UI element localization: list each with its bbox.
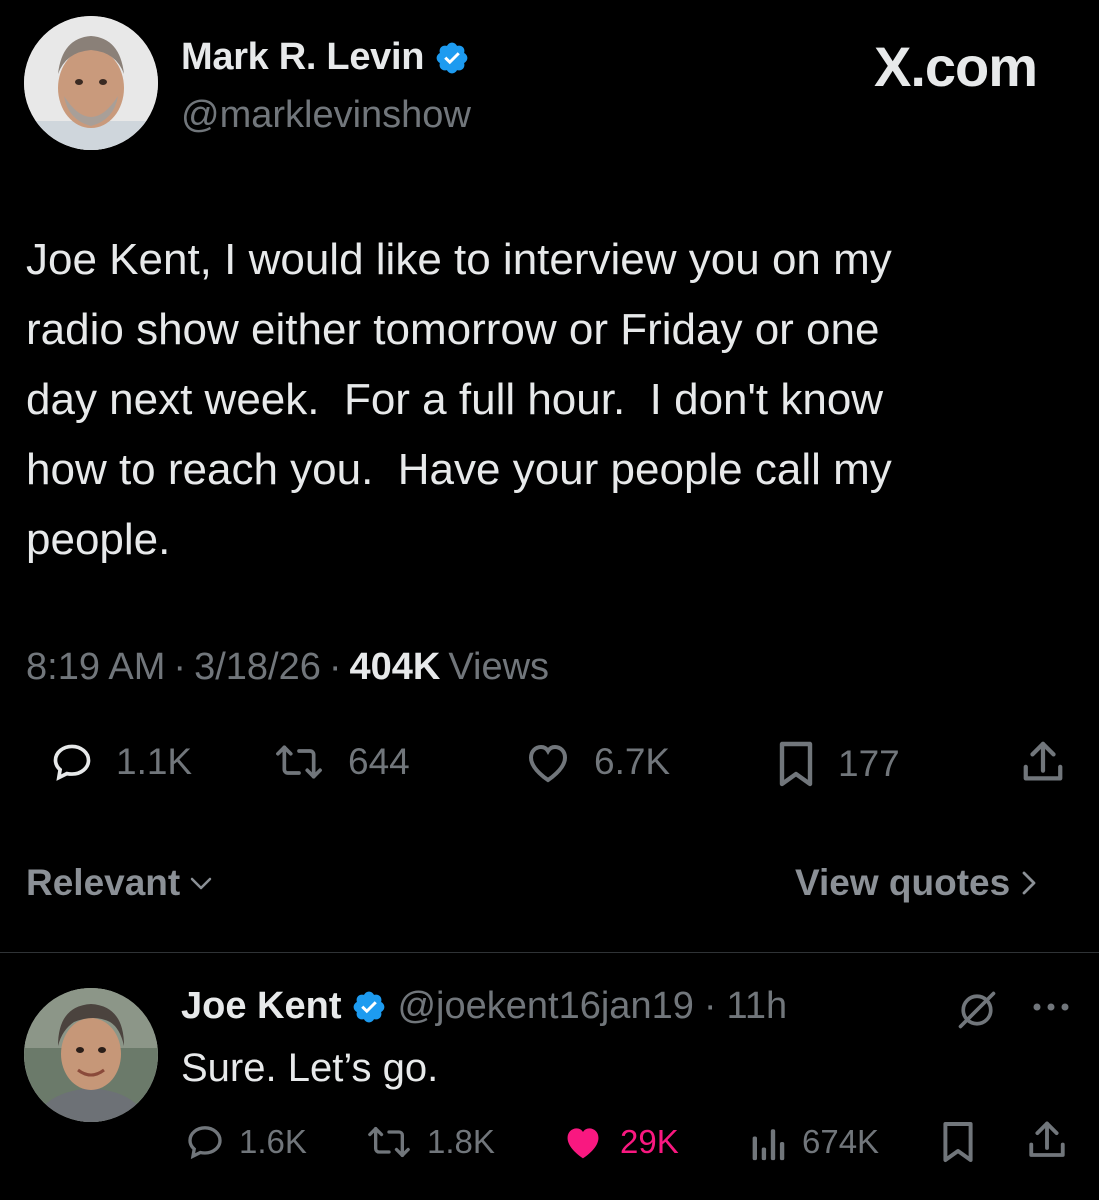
author-name-row: Mark R. Levin <box>181 36 470 79</box>
more-icon[interactable] <box>1030 1000 1072 1019</box>
repost-count: 644 <box>348 741 410 782</box>
views-icon <box>752 1129 785 1161</box>
tweet-meta: 8:19 AM · 3/18/26 · 404K Views <box>26 646 549 689</box>
reply-icon <box>53 744 91 781</box>
tweet-text: Joe Kent, I would like to interview you … <box>26 235 892 564</box>
reply-bookmark-button[interactable] <box>940 1120 976 1164</box>
reply-repost-button[interactable]: 1.8K <box>365 1122 495 1162</box>
reply-share-button[interactable] <box>1026 1118 1068 1164</box>
sort-label: Relevant <box>26 862 181 903</box>
repost-icon <box>368 1127 410 1157</box>
reply-author-avatar[interactable] <box>24 988 158 1122</box>
reply-author-handle[interactable]: @joekent16jan19 <box>397 985 693 1028</box>
reply-reply-button[interactable]: 1.6K <box>185 1122 307 1162</box>
tweet-date[interactable]: 3/18/26 <box>194 646 321 689</box>
reply-views-button[interactable]: 674K <box>750 1122 879 1162</box>
reply-views-count: 674K <box>802 1123 880 1160</box>
repost-icon <box>276 745 322 779</box>
meta-separator: · <box>173 646 187 688</box>
reply-header: Joe Kent @joekent16jan19 · 11h <box>181 985 787 1028</box>
brand-watermark: X.com <box>874 35 1038 98</box>
reply-button[interactable]: 1.1K <box>50 740 192 784</box>
bookmark-icon <box>943 1122 973 1162</box>
meta-separator: · <box>328 646 342 688</box>
bookmark-count: 177 <box>838 743 900 784</box>
grok-icon[interactable] <box>955 988 999 1037</box>
tweet-time[interactable]: 8:19 AM <box>26 646 165 689</box>
reply-like-button[interactable]: 29K <box>560 1122 679 1162</box>
section-divider <box>0 952 1099 953</box>
author-name[interactable]: Mark R. Levin <box>181 36 424 79</box>
reply-count: 1.1K <box>116 741 193 782</box>
share-icon <box>1023 741 1063 781</box>
reply-icon <box>188 1126 222 1160</box>
author-avatar[interactable] <box>24 16 158 150</box>
like-button[interactable]: 6.7K <box>524 740 670 784</box>
reply-repost-count: 1.8K <box>427 1123 495 1160</box>
repost-button[interactable]: 644 <box>272 740 410 784</box>
view-quotes-link[interactable]: View quotes <box>795 862 1040 904</box>
reply-author-name[interactable]: Joe Kent <box>181 985 341 1028</box>
reply-time[interactable]: 11h <box>727 985 788 1028</box>
verified-badge-icon[interactable] <box>351 989 387 1025</box>
bookmark-icon <box>779 741 813 787</box>
reply-separator: · <box>703 985 717 1027</box>
like-count: 6.7K <box>594 741 671 782</box>
views-count: 404K <box>349 646 441 688</box>
verified-badge-icon[interactable] <box>434 40 470 76</box>
view-quotes-label: View quotes <box>795 862 1011 903</box>
author-handle[interactable]: @marklevinshow <box>181 94 471 137</box>
chevron-down-icon <box>190 877 212 890</box>
reply-text: Sure. Let’s go. <box>181 1046 439 1090</box>
views-label: Views <box>448 646 550 688</box>
reply-like-count: 29K <box>620 1123 679 1160</box>
like-icon <box>528 744 568 783</box>
like-icon <box>567 1128 599 1159</box>
sort-dropdown[interactable]: Relevant <box>26 862 214 904</box>
bookmark-button[interactable]: 177 <box>776 740 900 788</box>
reply-reply-count: 1.6K <box>239 1123 307 1160</box>
share-icon <box>1029 1121 1065 1157</box>
chevron-right-icon <box>1022 871 1036 895</box>
share-button[interactable] <box>1020 738 1066 788</box>
